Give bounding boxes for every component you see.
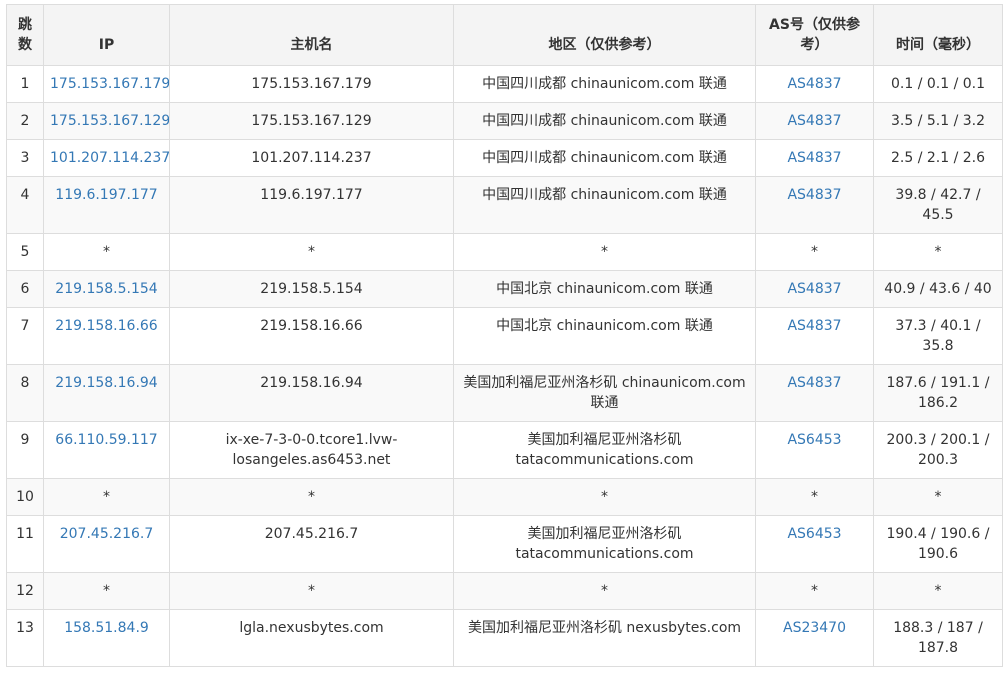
ip-cell: *	[43, 233, 170, 271]
time-cell: 40.9 / 43.6 / 40	[873, 270, 1003, 308]
asn-cell: *	[755, 478, 874, 516]
hop-cell: 8	[6, 364, 44, 422]
table-row: 10 * * * * *	[6, 478, 1003, 516]
hop-cell: 7	[6, 307, 44, 365]
time-cell: 200.3 / 200.1 / 200.3	[873, 421, 1003, 479]
region-cell: 美国加利福尼亚州洛杉矶 chinaunicom.com 联通	[453, 364, 756, 422]
ip-link[interactable]: 66.110.59.117	[43, 421, 170, 479]
time-cell: 0.1 / 0.1 / 0.1	[873, 65, 1003, 103]
hostname-cell: *	[169, 233, 454, 271]
region-cell: 中国北京 chinaunicom.com 联通	[453, 270, 756, 308]
asn-link[interactable]: AS4837	[755, 102, 874, 140]
hostname-cell: *	[169, 478, 454, 516]
ip-link[interactable]: 119.6.197.177	[43, 176, 170, 234]
table-row: 12 * * * * *	[6, 572, 1003, 610]
hop-cell: 13	[6, 609, 44, 667]
region-cell: 中国北京 chinaunicom.com 联通	[453, 307, 756, 365]
time-cell: *	[873, 478, 1003, 516]
header-hop: 跳数	[6, 4, 44, 66]
table-row: 3 101.207.114.237 101.207.114.237 中国四川成都 ch…	[6, 139, 1003, 177]
ip-link[interactable]: 101.207.114.237	[43, 139, 170, 177]
asn-link[interactable]: AS4837	[755, 176, 874, 234]
header-ip: IP	[43, 4, 170, 66]
hop-cell: 10	[6, 478, 44, 516]
header-asn: AS号（仅供参考）	[755, 4, 874, 66]
hop-cell: 1	[6, 65, 44, 103]
ip-cell: *	[43, 478, 170, 516]
hostname-cell: 175.153.167.179	[169, 65, 454, 103]
region-cell: 中国四川成都 chinaunicom.com 联通	[453, 176, 756, 234]
hop-cell: 6	[6, 270, 44, 308]
table-header-row: 跳数 IP 主机名 地区（仅供参考） AS号（仅供参考） 时间（毫秒）	[6, 4, 1003, 66]
asn-link[interactable]: AS4837	[755, 139, 874, 177]
region-cell: *	[453, 233, 756, 271]
table-row: 7 219.158.16.66 219.158.16.66 中国北京 chinauni…	[6, 307, 1003, 365]
hop-cell: 5	[6, 233, 44, 271]
region-cell: 美国加利福尼亚州洛杉矶 nexusbytes.com	[453, 609, 756, 667]
header-region: 地区（仅供参考）	[453, 4, 756, 66]
ip-link[interactable]: 175.153.167.129	[43, 102, 170, 140]
time-cell: 3.5 / 5.1 / 3.2	[873, 102, 1003, 140]
region-cell: 中国四川成都 chinaunicom.com 联通	[453, 102, 756, 140]
region-cell: 美国加利福尼亚州洛杉矶 tatacommunications.com	[453, 515, 756, 573]
hostname-cell: 207.45.216.7	[169, 515, 454, 573]
table-row: 6 219.158.5.154 219.158.5.154 中国北京 chinauni…	[6, 270, 1003, 308]
time-cell: 190.4 / 190.6 / 190.6	[873, 515, 1003, 573]
hop-cell: 11	[6, 515, 44, 573]
asn-cell: *	[755, 233, 874, 271]
traceroute-table: 跳数 IP 主机名 地区（仅供参考） AS号（仅供参考） 时间（毫秒） 1 175…	[6, 4, 1003, 667]
table-row: 13 158.51.84.9 lgla.nexusbytes.com 美国加利福尼亚州…	[6, 609, 1003, 667]
time-cell: 187.6 / 191.1 / 186.2	[873, 364, 1003, 422]
ip-cell: *	[43, 572, 170, 610]
ip-link[interactable]: 219.158.5.154	[43, 270, 170, 308]
time-cell: 2.5 / 2.1 / 2.6	[873, 139, 1003, 177]
table-row: 4 119.6.197.177 119.6.197.177 中国四川成都 chinau…	[6, 176, 1003, 234]
ip-link[interactable]: 158.51.84.9	[43, 609, 170, 667]
hostname-cell: 219.158.5.154	[169, 270, 454, 308]
asn-cell: *	[755, 572, 874, 610]
hop-cell: 2	[6, 102, 44, 140]
header-time: 时间（毫秒）	[873, 4, 1003, 66]
hostname-cell: 219.158.16.94	[169, 364, 454, 422]
hostname-cell: 175.153.167.129	[169, 102, 454, 140]
table-row: 5 * * * * *	[6, 233, 1003, 271]
region-cell: *	[453, 478, 756, 516]
hostname-cell: 119.6.197.177	[169, 176, 454, 234]
ip-link[interactable]: 207.45.216.7	[43, 515, 170, 573]
time-cell: 188.3 / 187 / 187.8	[873, 609, 1003, 667]
header-hostname: 主机名	[169, 4, 454, 66]
asn-link[interactable]: AS4837	[755, 270, 874, 308]
hostname-cell: 219.158.16.66	[169, 307, 454, 365]
hostname-cell: lgla.nexusbytes.com	[169, 609, 454, 667]
hop-cell: 12	[6, 572, 44, 610]
region-cell: 中国四川成都 chinaunicom.com 联通	[453, 139, 756, 177]
table-row: 8 219.158.16.94 219.158.16.94 美国加利福尼亚州洛杉矶 c…	[6, 364, 1003, 422]
asn-link[interactable]: AS6453	[755, 421, 874, 479]
table-row: 2 175.153.167.129 175.153.167.129 中国四川成都 ch…	[6, 102, 1003, 140]
hostname-cell: ix-xe-7-3-0-0.tcore1.lvw-losangeles.as64…	[169, 421, 454, 479]
hop-cell: 9	[6, 421, 44, 479]
hop-cell: 4	[6, 176, 44, 234]
asn-link[interactable]: AS4837	[755, 307, 874, 365]
asn-link[interactable]: AS4837	[755, 364, 874, 422]
ip-link[interactable]: 219.158.16.66	[43, 307, 170, 365]
time-cell: 39.8 / 42.7 / 45.5	[873, 176, 1003, 234]
region-cell: 中国四川成都 chinaunicom.com 联通	[453, 65, 756, 103]
hop-cell: 3	[6, 139, 44, 177]
time-cell: 37.3 / 40.1 / 35.8	[873, 307, 1003, 365]
asn-link[interactable]: AS6453	[755, 515, 874, 573]
asn-link[interactable]: AS23470	[755, 609, 874, 667]
time-cell: *	[873, 233, 1003, 271]
region-cell: *	[453, 572, 756, 610]
ip-link[interactable]: 219.158.16.94	[43, 364, 170, 422]
ip-link[interactable]: 175.153.167.179	[43, 65, 170, 103]
table-row: 1 175.153.167.179 175.153.167.179 中国四川成都 ch…	[6, 65, 1003, 103]
table-row: 11 207.45.216.7 207.45.216.7 美国加利福尼亚州洛杉矶 ta…	[6, 515, 1003, 573]
hostname-cell: 101.207.114.237	[169, 139, 454, 177]
asn-link[interactable]: AS4837	[755, 65, 874, 103]
time-cell: *	[873, 572, 1003, 610]
region-cell: 美国加利福尼亚州洛杉矶 tatacommunications.com	[453, 421, 756, 479]
hostname-cell: *	[169, 572, 454, 610]
table-row: 9 66.110.59.117 ix-xe-7-3-0-0.tcore1.lvw-l…	[6, 421, 1003, 479]
